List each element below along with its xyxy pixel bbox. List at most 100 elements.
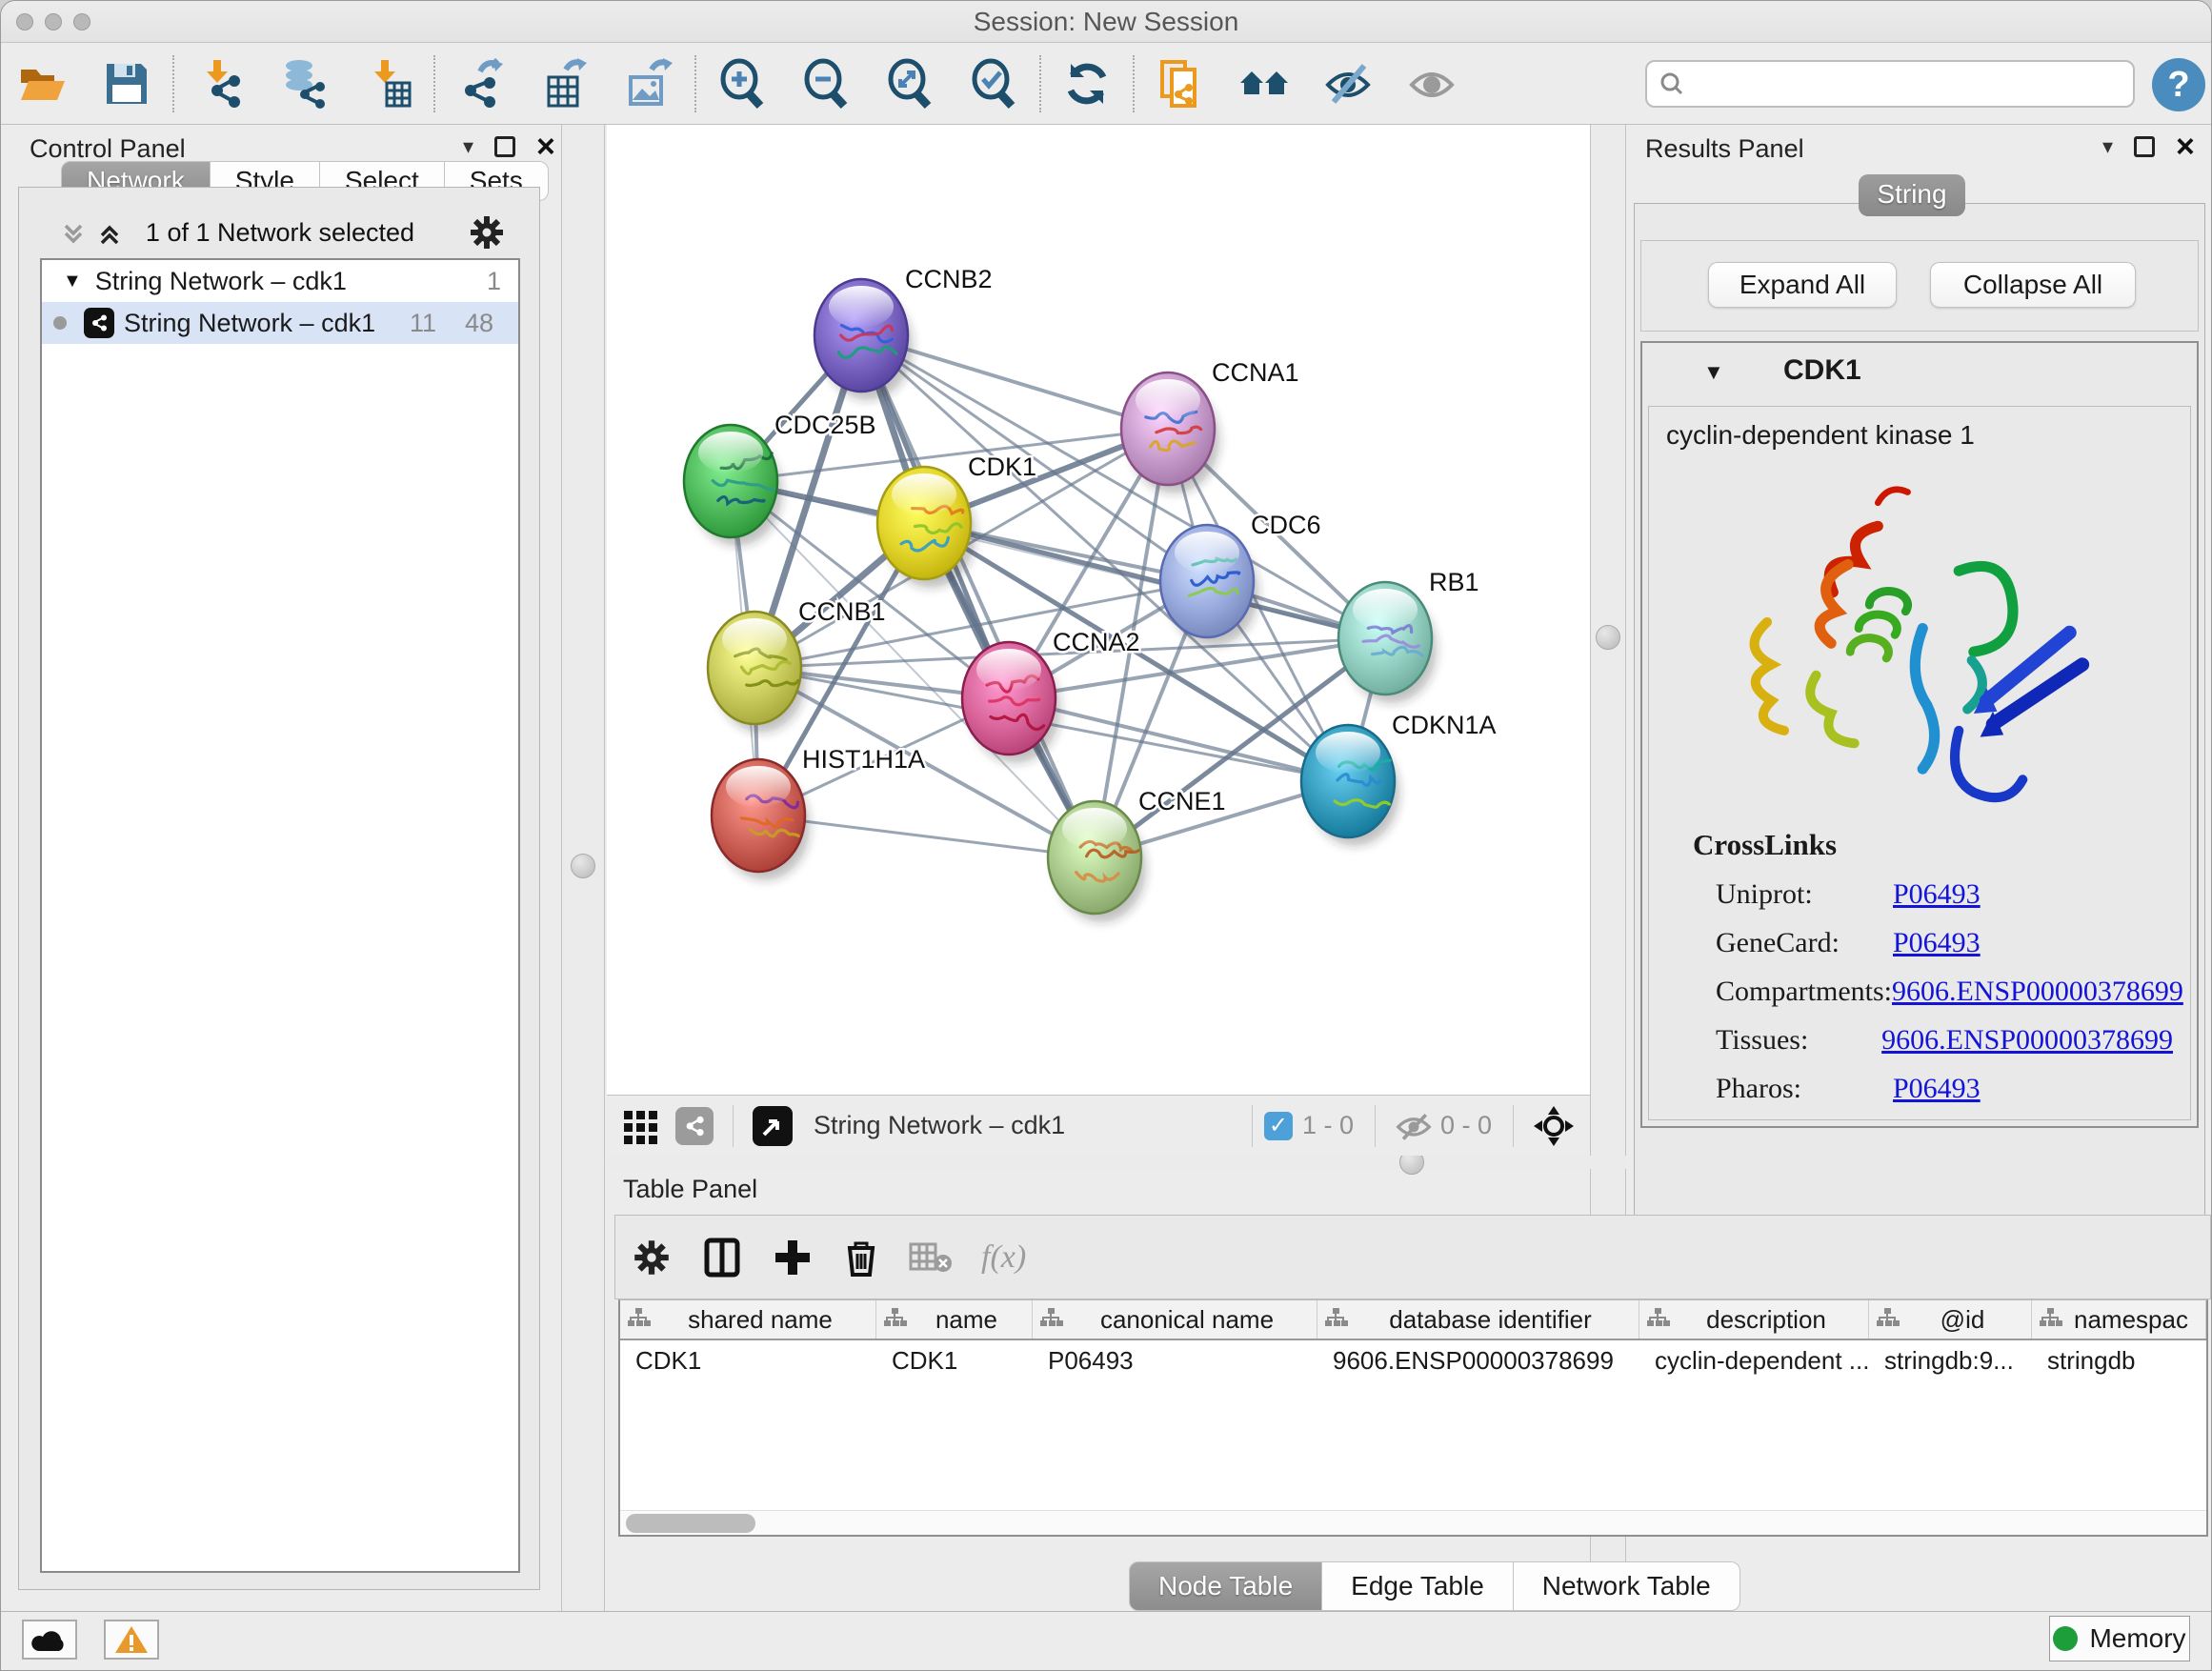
delete-table-icon[interactable] bbox=[909, 1240, 953, 1275]
selected-checkbox-icon[interactable]: ✓ bbox=[1264, 1112, 1293, 1140]
netbar-separator bbox=[1252, 1105, 1253, 1147]
zoom-in-button[interactable] bbox=[700, 50, 784, 117]
export-image-button[interactable] bbox=[607, 50, 691, 117]
save-session-button[interactable] bbox=[85, 50, 169, 117]
network-node-ccnb1[interactable]: CCNB1 bbox=[708, 597, 886, 733]
string-home-button[interactable] bbox=[1222, 50, 1306, 117]
crosslink-link[interactable]: 9606.ENSP00000378699 bbox=[1881, 1024, 2173, 1057]
memory-status-icon bbox=[2053, 1626, 2078, 1651]
export-table-button[interactable] bbox=[523, 50, 607, 117]
show-view-button[interactable] bbox=[1390, 50, 1474, 117]
function-builder-icon[interactable]: f(x) bbox=[981, 1239, 1026, 1276]
control-panel-float-icon[interactable] bbox=[494, 136, 515, 157]
open-session-button[interactable] bbox=[1, 50, 85, 117]
import-network-database-button[interactable] bbox=[262, 50, 346, 117]
control-panel-close-icon[interactable]: × bbox=[536, 136, 555, 157]
network-row-selected[interactable]: String Network – cdk1 11 48 bbox=[42, 302, 518, 344]
apply-layout-button[interactable] bbox=[1045, 50, 1129, 117]
export-network-button[interactable] bbox=[439, 50, 523, 117]
table-cell[interactable]: stringdb bbox=[2032, 1340, 2206, 1380]
tab-edge-table[interactable]: Edge Table bbox=[1322, 1561, 1514, 1611]
results-panel-float-icon[interactable] bbox=[2134, 136, 2155, 157]
table-cell[interactable]: stringdb:9... bbox=[1869, 1340, 2032, 1380]
table-row[interactable]: CDK1CDK1P064939606.ENSP00000378699cyclin… bbox=[620, 1340, 2206, 1380]
hidden-eye-icon[interactable] bbox=[1395, 1110, 1433, 1142]
crosslink-link[interactable]: 9606.ENSP00000378699 bbox=[1892, 976, 2183, 1008]
column-header[interactable]: shared name bbox=[620, 1300, 876, 1339]
column-header[interactable]: name bbox=[876, 1300, 1033, 1339]
network-options-gear-icon[interactable] bbox=[467, 212, 507, 257]
node-label: CCNB2 bbox=[905, 265, 993, 293]
table-horizontal-scrollbar[interactable] bbox=[620, 1510, 2206, 1535]
network-collection-row[interactable]: ▼ String Network – cdk1 1 bbox=[42, 260, 518, 302]
expand-all-button[interactable]: Expand All bbox=[1708, 262, 1897, 308]
table-cell[interactable]: cyclin-dependent ... bbox=[1639, 1340, 1869, 1380]
network-node-rb1[interactable]: RB1 bbox=[1338, 568, 1479, 703]
birds-eye-view-icon[interactable] bbox=[1533, 1105, 1575, 1147]
network-node-ccna1[interactable]: CCNA1 bbox=[1121, 358, 1299, 493]
control-panel-menu-icon[interactable]: ▾ bbox=[463, 134, 473, 159]
table-panel-title: Table Panel bbox=[623, 1175, 757, 1220]
table-cell[interactable]: CDK1 bbox=[876, 1340, 1033, 1380]
collapse-all-button[interactable]: Collapse All bbox=[1930, 262, 2136, 308]
left-splitter-handle[interactable] bbox=[571, 854, 595, 878]
zoom-fit-button[interactable] bbox=[868, 50, 952, 117]
table-options-gear-icon[interactable] bbox=[631, 1237, 673, 1278]
toolbar-separator bbox=[1039, 55, 1041, 112]
results-panel-close-icon[interactable]: × bbox=[2176, 136, 2195, 157]
import-table-button[interactable] bbox=[346, 50, 430, 117]
disclosure-triangle-icon[interactable]: ▼ bbox=[63, 271, 82, 292]
import-network-icon bbox=[194, 58, 246, 110]
network-node-cdc25b[interactable]: CDC25B bbox=[684, 411, 876, 546]
zoom-out-button[interactable] bbox=[784, 50, 868, 117]
netbar-separator bbox=[733, 1105, 734, 1147]
network-canvas[interactable]: CCNB2CCNA1CDC25BCDK1CDC6RB1CCNB1CCNA2CDK… bbox=[607, 125, 1590, 1095]
right-splitter-handle[interactable] bbox=[1596, 625, 1620, 650]
results-panel-menu-icon[interactable]: ▾ bbox=[2102, 134, 2113, 159]
column-header[interactable]: description bbox=[1639, 1300, 1869, 1339]
column-header[interactable]: namespac bbox=[2032, 1300, 2206, 1339]
tab-network-table[interactable]: Network Table bbox=[1514, 1561, 1740, 1611]
tab-node-table[interactable]: Node Table bbox=[1129, 1561, 1322, 1611]
cloud-status-button[interactable] bbox=[22, 1620, 77, 1660]
network-view-share-icon[interactable] bbox=[675, 1107, 714, 1145]
search-input[interactable] bbox=[1693, 69, 2122, 100]
network-node-hist1h1a[interactable]: HIST1H1A bbox=[712, 745, 925, 880]
table-cell[interactable]: 9606.ENSP00000378699 bbox=[1317, 1340, 1639, 1380]
network-node-cdkn1a[interactable]: CDKN1A bbox=[1301, 711, 1497, 846]
column-header[interactable]: @id bbox=[1869, 1300, 2032, 1339]
column-header[interactable]: database identifier bbox=[1317, 1300, 1639, 1339]
crosslink-link[interactable]: P06493 bbox=[1893, 927, 1981, 959]
network-node-ccnb2[interactable]: CCNB2 bbox=[814, 265, 993, 400]
crosslink-link[interactable]: P06493 bbox=[1893, 1073, 1981, 1105]
string-results-body: Expand All Collapse All ▼ CDK1 cyclin-de… bbox=[1634, 203, 2205, 1258]
memory-button[interactable]: Memory bbox=[2049, 1616, 2190, 1661]
network-edge[interactable] bbox=[861, 335, 1095, 857]
grid-view-icon[interactable] bbox=[622, 1107, 660, 1145]
column-type-icon bbox=[1875, 1305, 1900, 1335]
help-button[interactable]: ? bbox=[2152, 58, 2205, 111]
table-cell[interactable]: P06493 bbox=[1033, 1340, 1317, 1380]
network-tree: ▼ String Network – cdk1 1 String Network… bbox=[40, 258, 520, 1573]
crosslink-link[interactable]: P06493 bbox=[1893, 878, 1981, 911]
show-columns-icon[interactable] bbox=[701, 1237, 743, 1278]
tab-string[interactable]: String bbox=[1859, 174, 1965, 216]
homes-icon bbox=[1238, 58, 1290, 110]
import-network-file-button[interactable] bbox=[178, 50, 262, 117]
warnings-button[interactable] bbox=[104, 1620, 159, 1660]
refresh-icon bbox=[1061, 58, 1113, 110]
left-splitter[interactable] bbox=[561, 125, 605, 1611]
zoom-selected-button[interactable] bbox=[952, 50, 1036, 117]
gene-disclosure-icon[interactable]: ▼ bbox=[1703, 360, 1724, 385]
delete-column-icon[interactable] bbox=[842, 1237, 880, 1278]
table-cell[interactable]: CDK1 bbox=[620, 1340, 876, 1380]
scrollbar-thumb[interactable] bbox=[626, 1514, 755, 1533]
add-column-icon[interactable] bbox=[772, 1237, 814, 1278]
network-node-ccne1[interactable]: CCNE1 bbox=[1048, 787, 1226, 922]
column-header[interactable]: canonical name bbox=[1033, 1300, 1317, 1339]
gene-section-header[interactable]: ▼ CDK1 bbox=[1642, 343, 2197, 404]
hide-unhide-button[interactable] bbox=[1306, 50, 1390, 117]
network-node-cdc6[interactable]: CDC6 bbox=[1160, 511, 1321, 646]
string-import-button[interactable] bbox=[1138, 50, 1222, 117]
open-in-window-icon[interactable] bbox=[753, 1106, 793, 1146]
